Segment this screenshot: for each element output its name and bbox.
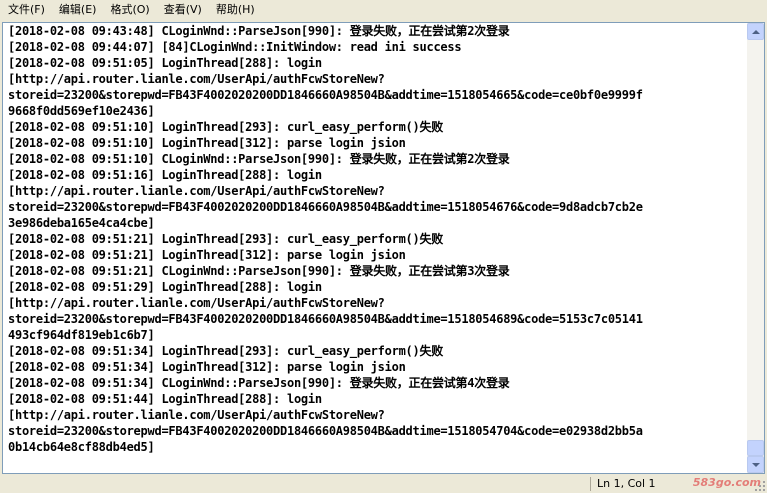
log-line: [http://api.router.lianle.com/UserApi/au… xyxy=(8,184,385,198)
editor-frame: [2018-02-08 09:43:48] CLoginWnd::ParseJs… xyxy=(2,22,765,474)
menu-view[interactable]: 查看(V) xyxy=(156,0,208,20)
scroll-up-button[interactable] xyxy=(747,23,764,40)
menu-file[interactable]: 文件(F) xyxy=(0,0,51,20)
log-line: 9668f0dd569ef10e2436] xyxy=(8,104,155,118)
log-line: [2018-02-08 09:51:16] LoginThread[288]: … xyxy=(8,168,322,182)
log-line: [2018-02-08 09:51:44] LoginThread[288]: … xyxy=(8,392,322,406)
log-line: [2018-02-08 09:51:10] LoginThread[312]: … xyxy=(8,136,406,150)
scroll-thumb[interactable] xyxy=(747,440,764,456)
log-line: [2018-02-08 09:51:21] CLoginWnd::ParseJs… xyxy=(8,264,510,278)
menu-help[interactable]: 帮助(H) xyxy=(208,0,261,20)
log-line: [2018-02-08 09:51:34] LoginThread[293]: … xyxy=(8,344,444,358)
cursor-position: Ln 1, Col 1 xyxy=(590,477,690,491)
log-line: [2018-02-08 09:51:21] LoginThread[293]: … xyxy=(8,232,444,246)
log-line: 3e986deba165e4ca4cbe] xyxy=(8,216,155,230)
menu-format[interactable]: 格式(O) xyxy=(102,0,155,20)
arrow-down-icon xyxy=(751,462,760,467)
log-line: [2018-02-08 09:51:29] LoginThread[288]: … xyxy=(8,280,322,294)
log-line: [2018-02-08 09:51:10] CLoginWnd::ParseJs… xyxy=(8,152,510,166)
arrow-up-icon xyxy=(751,29,760,34)
log-line: [http://api.router.lianle.com/UserApi/au… xyxy=(8,408,385,422)
menu-bar: 文件(F) 编辑(E) 格式(O) 查看(V) 帮助(H) xyxy=(0,0,767,20)
log-line: storeid=23200&storepwd=FB43F4002020200DD… xyxy=(8,88,643,102)
resize-grip-icon[interactable] xyxy=(754,480,766,492)
log-line: [2018-02-08 09:51:05] LoginThread[288]: … xyxy=(8,56,322,70)
scroll-track[interactable] xyxy=(747,40,764,456)
log-line: [http://api.router.lianle.com/UserApi/au… xyxy=(8,296,385,310)
log-line: [2018-02-08 09:43:48] CLoginWnd::ParseJs… xyxy=(8,24,510,38)
text-editor[interactable]: [2018-02-08 09:43:48] CLoginWnd::ParseJs… xyxy=(3,23,746,473)
notepad-window: 文件(F) 编辑(E) 格式(O) 查看(V) 帮助(H) [2018-02-0… xyxy=(0,0,767,493)
menu-edit[interactable]: 编辑(E) xyxy=(51,0,103,20)
watermark-logo: 583go.com xyxy=(692,476,761,489)
log-line: [2018-02-08 09:51:34] LoginThread[312]: … xyxy=(8,360,406,374)
log-line: storeid=23200&storepwd=FB43F4002020200DD… xyxy=(8,312,643,326)
status-bar: Ln 1, Col 1 583go.com xyxy=(0,475,767,493)
log-line: storeid=23200&storepwd=FB43F4002020200DD… xyxy=(8,424,643,438)
vertical-scrollbar[interactable] xyxy=(747,23,764,473)
log-line: [2018-02-08 09:51:10] LoginThread[293]: … xyxy=(8,120,444,134)
log-line: 0b14cb64e8cf88db4ed5] xyxy=(8,440,155,454)
log-line: 493cf964df819eb1c6b7] xyxy=(8,328,155,342)
log-line: [http://api.router.lianle.com/UserApi/au… xyxy=(8,72,385,86)
log-line: storeid=23200&storepwd=FB43F4002020200DD… xyxy=(8,200,643,214)
log-line: [2018-02-08 09:51:34] CLoginWnd::ParseJs… xyxy=(8,376,510,390)
scroll-down-button[interactable] xyxy=(747,456,764,473)
log-line: [2018-02-08 09:44:07] [84]CLoginWnd::Ini… xyxy=(8,40,462,54)
log-line: [2018-02-08 09:51:21] LoginThread[312]: … xyxy=(8,248,406,262)
